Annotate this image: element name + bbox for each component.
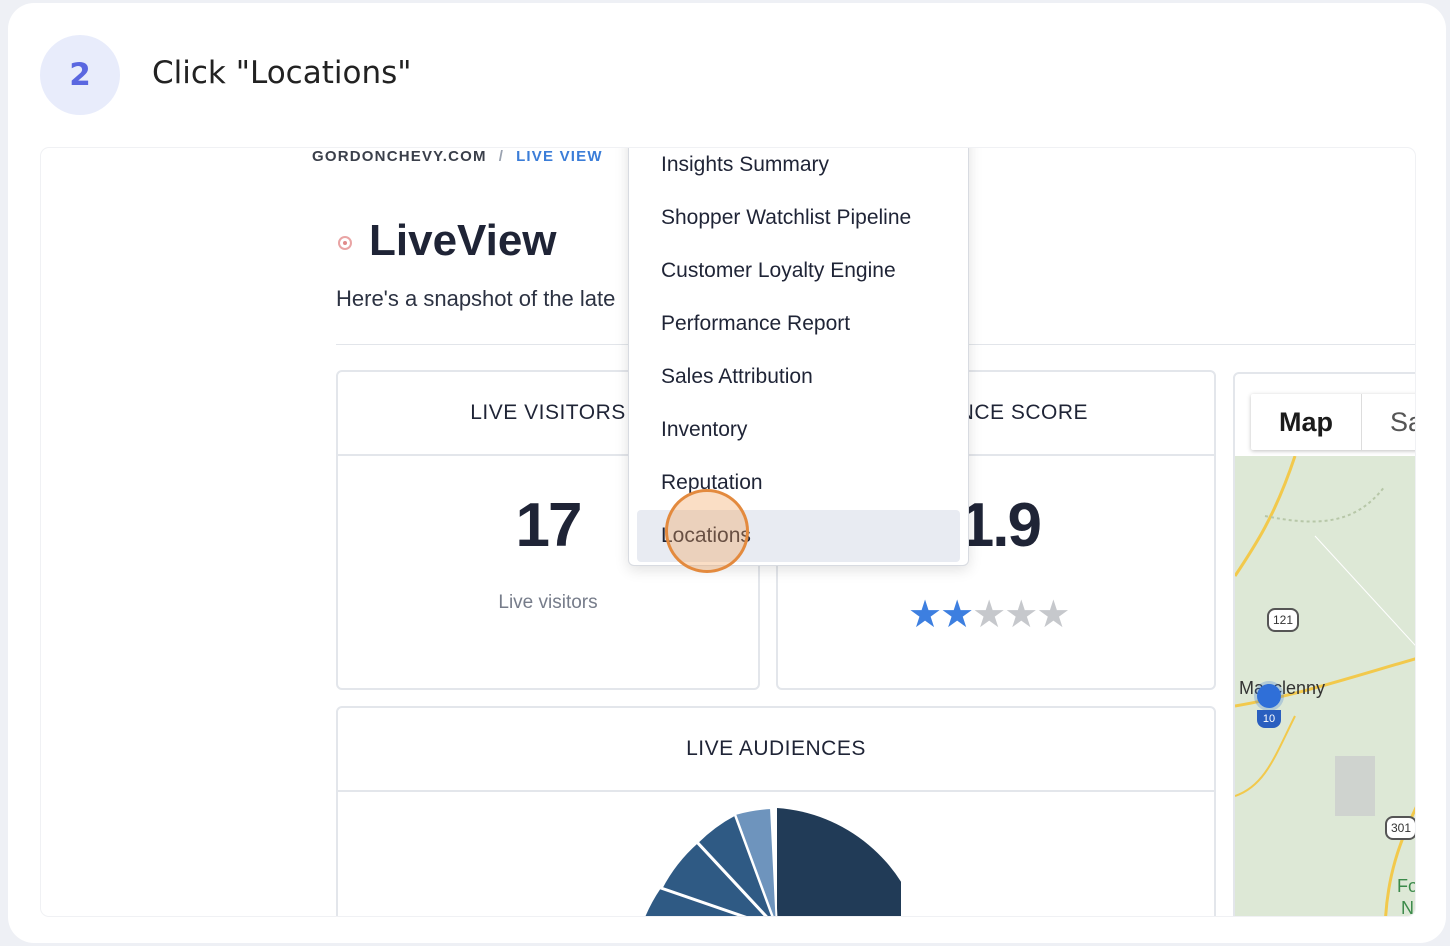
breadcrumb-separator: / (498, 148, 505, 165)
route-301-shield-icon: 301 (1385, 816, 1415, 840)
step-number-badge: 2 (40, 35, 120, 115)
menu-item-insights-summary[interactable]: Insights Summary (629, 148, 968, 191)
map-view[interactable]: Macclenny 10 121 301 Fo N (1235, 455, 1415, 916)
star-empty-icon: ★ (1004, 594, 1038, 636)
live-audiences-header: LIVE AUDIENCES (338, 708, 1214, 792)
step-instruction: Click "Locations" (152, 55, 412, 91)
star-empty-icon: ★ (1036, 594, 1070, 636)
star-empty-icon: ★ (972, 594, 1006, 636)
map-tab-map[interactable]: Map (1251, 394, 1361, 450)
location-pin-icon[interactable] (1257, 684, 1281, 708)
audience-pie-chart (645, 808, 901, 916)
star-filled-icon: ★ (908, 594, 942, 636)
map-tab-satellite[interactable]: Sa (1361, 394, 1415, 450)
page-title: LiveView (369, 216, 557, 265)
map-label-f: Fo (1397, 876, 1415, 896)
map-label-n: N (1401, 898, 1414, 916)
star-filled-icon: ★ (940, 594, 974, 636)
route-121-shield-icon: 121 (1267, 608, 1299, 632)
step-card: 2 Click "Locations" GORDONCHEVY.COM / LIVE… (8, 3, 1446, 943)
breadcrumb-current[interactable]: LIVE VIEW (516, 148, 603, 165)
breadcrumb: GORDONCHEVY.COM / LIVE VIEW (312, 148, 603, 165)
click-indicator (665, 489, 749, 573)
menu-item-performance-report[interactable]: Performance Report (629, 298, 968, 350)
menu-item-shopper-watchlist[interactable]: Shopper Watchlist Pipeline (629, 192, 968, 244)
star-rating: ★★★★★ (908, 592, 1070, 637)
map-panel: Macclenny 10 121 301 Fo N Map Sa (1233, 372, 1415, 916)
page-subtitle: Here's a snapshot of the late (336, 286, 616, 311)
menu-item-sales-attribution[interactable]: Sales Attribution (629, 351, 968, 403)
map-city-label: Macclenny (1239, 678, 1326, 698)
live-visitors-caption: Live visitors (498, 592, 598, 613)
menu-item-inventory[interactable]: Inventory (629, 404, 968, 456)
pie-slice[interactable] (777, 808, 901, 916)
breadcrumb-site-link[interactable]: GORDONCHEVY.COM (312, 148, 487, 165)
live-indicator-icon (338, 236, 352, 250)
interstate-10-shield-icon: 10 (1257, 710, 1281, 728)
map-type-tabs: Map Sa (1251, 394, 1415, 450)
menu-item-customer-loyalty[interactable]: Customer Loyalty Engine (629, 245, 968, 297)
